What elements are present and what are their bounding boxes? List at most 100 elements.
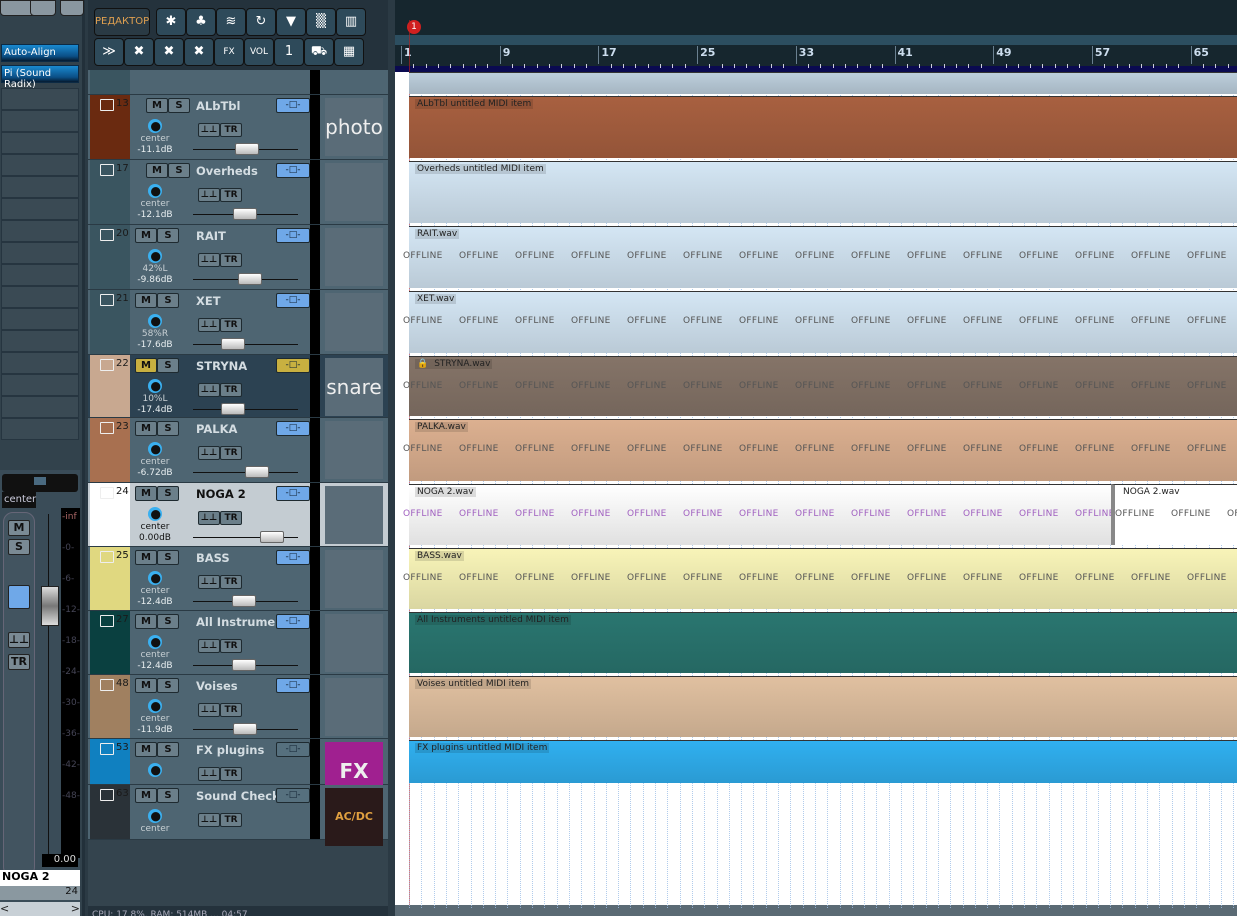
solo-button[interactable]: S bbox=[168, 163, 190, 178]
bar-number[interactable]: 57 bbox=[1091, 46, 1110, 64]
media-item[interactable]: FX plugins untitled MIDI item bbox=[409, 740, 1237, 783]
spectrum-icon[interactable]: ▥ bbox=[336, 8, 366, 36]
envelope-1-icon[interactable]: 1 bbox=[274, 38, 304, 66]
track-albtbl[interactable]: 13MSALbTbl-□-●center-11.1dB⊥⊥TRphoto bbox=[88, 95, 388, 160]
track-palka[interactable]: 23MSPALKA-□-●center-6.72dB⊥⊥TR bbox=[88, 418, 388, 483]
pan-knob[interactable] bbox=[148, 809, 162, 823]
io-button[interactable]: ⊥⊥ bbox=[198, 253, 220, 267]
fx-slot[interactable] bbox=[1, 308, 79, 330]
bar-number[interactable]: 49 bbox=[993, 46, 1012, 64]
fx-slot[interactable] bbox=[1, 286, 79, 308]
volume-fader[interactable] bbox=[193, 531, 298, 543]
mute-button[interactable]: M bbox=[135, 486, 157, 501]
remove-envelope-icon[interactable]: ✖ bbox=[184, 38, 214, 66]
mute-button[interactable]: M bbox=[135, 421, 157, 436]
io-button[interactable]: ⊥⊥ bbox=[198, 123, 220, 137]
fader-knob[interactable] bbox=[221, 403, 245, 415]
fader-knob[interactable] bbox=[235, 143, 259, 155]
route-button[interactable]: -□- bbox=[276, 358, 310, 373]
pan-knob[interactable] bbox=[148, 184, 162, 198]
media-item[interactable]: RAIT.wav OFFLINE OFFLINE OFFLINE OFFLINE OFFL… bbox=[403, 226, 1237, 288]
fx-slot[interactable] bbox=[1, 154, 79, 176]
track-noga-2[interactable]: 24MSNOGA 2-□-●center0.00dB⊥⊥TR bbox=[88, 483, 388, 547]
folder-icon[interactable] bbox=[100, 615, 114, 627]
media-item[interactable] bbox=[409, 72, 1237, 94]
render-icon[interactable]: ⛟ bbox=[304, 38, 334, 66]
trim-button[interactable]: TR bbox=[220, 813, 242, 827]
route-button[interactable]: -□- bbox=[276, 98, 310, 113]
mute-button[interactable]: M bbox=[135, 358, 157, 373]
io-button[interactable]: ⊥⊥ bbox=[198, 446, 220, 460]
solo-button[interactable]: S bbox=[157, 614, 179, 629]
solo-button[interactable]: S bbox=[157, 228, 179, 243]
trim-button[interactable]: TR bbox=[220, 318, 242, 332]
color-tool-icon[interactable] bbox=[30, 0, 56, 16]
folder-icon[interactable] bbox=[100, 789, 114, 801]
mute-button[interactable]: M bbox=[146, 98, 168, 113]
folder-icon[interactable] bbox=[100, 679, 114, 691]
trim-button[interactable]: TR bbox=[220, 575, 242, 589]
volume-fader[interactable] bbox=[193, 208, 298, 220]
track-bass[interactable]: 25MSBASS-□-●center-12.4dB⊥⊥TR bbox=[88, 547, 388, 611]
trim-button[interactable]: TR bbox=[220, 123, 242, 137]
media-item[interactable]: NOGA 2.wav OFFLINE OFFLINE OFFLINE bbox=[1111, 484, 1237, 545]
track-xet[interactable]: 21MSXET-□-●58%R-17.6dB⊥⊥TR bbox=[88, 290, 388, 355]
mixer-io-button[interactable]: ⊥⊥ bbox=[8, 632, 30, 648]
media-item[interactable]: BASS.wav OFFLINE OFFLINE OFFLINE OFFLINE OFFL… bbox=[403, 548, 1237, 609]
redo-icon[interactable]: ↻ bbox=[246, 8, 276, 36]
trim-button[interactable]: TR bbox=[220, 253, 242, 267]
io-button[interactable]: ⊥⊥ bbox=[198, 318, 220, 332]
media-item[interactable]: ALbTbl untitled MIDI item bbox=[409, 96, 1237, 158]
fx-slot[interactable] bbox=[1, 264, 79, 286]
solo-button[interactable]: S bbox=[157, 678, 179, 693]
mixer-scrollbar[interactable]: < > bbox=[0, 902, 80, 916]
mixer-solo-button[interactable]: S bbox=[8, 539, 30, 555]
route-button[interactable]: -□- bbox=[276, 293, 310, 308]
mute-button[interactable]: M bbox=[146, 163, 168, 178]
io-button[interactable]: ⊥⊥ bbox=[198, 813, 220, 827]
bar-number[interactable]: 41 bbox=[894, 46, 913, 64]
bar-number[interactable]: 9 bbox=[499, 46, 510, 64]
fx-slot[interactable] bbox=[1, 396, 79, 418]
media-item[interactable]: NOGA 2.wav OFFLINE OFFLINE OFFLINE OFFLINE OF… bbox=[403, 484, 1114, 545]
pan-knob[interactable] bbox=[148, 571, 162, 585]
group-icon[interactable]: ♣ bbox=[186, 8, 216, 36]
fx-slot[interactable] bbox=[1, 374, 79, 396]
fader-knob[interactable] bbox=[259, 531, 284, 543]
io-button[interactable]: ⊥⊥ bbox=[198, 703, 220, 717]
media-item[interactable]: Voises untitled MIDI item bbox=[409, 676, 1237, 737]
timeline-ruler[interactable]: 1 1 9 17 25 33 41 49 57 65 bbox=[395, 0, 1237, 72]
solo-button[interactable]: S bbox=[157, 742, 179, 757]
track-icon[interactable] bbox=[100, 487, 114, 499]
volume-fader[interactable] bbox=[193, 659, 298, 671]
pan-slider[interactable] bbox=[2, 474, 78, 492]
track-voises[interactable]: 48MSVoises-□-●center-11.9dB⊥⊥TR bbox=[88, 675, 388, 739]
track-stryna[interactable]: 22MSSTRYNA-□-●10%L-17.4dB⊥⊥TRsnare bbox=[88, 355, 388, 418]
fader-knob[interactable] bbox=[232, 208, 257, 220]
volume-fader[interactable] bbox=[193, 273, 298, 285]
track-fx-plugins[interactable]: 53MSFX plugins-□-●⊥⊥TRFX bbox=[88, 739, 388, 800]
editor-button[interactable]: РЕДАКТОР bbox=[94, 8, 150, 36]
fx-slot[interactable] bbox=[1, 132, 79, 154]
route-button[interactable]: -□- bbox=[276, 742, 310, 757]
volume-fader[interactable] bbox=[193, 723, 298, 735]
media-item[interactable]: PALKA.wav OFFLINE OFFLINE OFFLINE OFFLINE OFF… bbox=[403, 419, 1237, 481]
fader-knob[interactable] bbox=[232, 595, 257, 607]
color-picker-icon[interactable]: ▦ bbox=[334, 38, 364, 66]
unsolo-all-icon[interactable]: ✖ bbox=[154, 38, 184, 66]
mute-button[interactable]: M bbox=[135, 742, 157, 757]
fx-slot[interactable] bbox=[1, 220, 79, 242]
solo-button[interactable]: S bbox=[157, 293, 179, 308]
fx-slot[interactable] bbox=[1, 176, 79, 198]
fader-knob[interactable] bbox=[232, 659, 257, 671]
fx-item-auto-align[interactable]: Auto-Align bbox=[1, 44, 79, 62]
fx-slot[interactable] bbox=[1, 110, 79, 132]
io-button[interactable]: ⊥⊥ bbox=[198, 511, 220, 525]
volume-fader[interactable] bbox=[41, 586, 59, 626]
vol-envelope-icon[interactable]: VOL bbox=[244, 38, 274, 66]
volume-fader[interactable] bbox=[193, 143, 298, 155]
io-button[interactable]: ⊥⊥ bbox=[198, 767, 220, 781]
volume-fader[interactable] bbox=[193, 595, 298, 607]
media-item[interactable]: Overheds untitled MIDI item bbox=[409, 161, 1237, 223]
io-button[interactable]: ⊥⊥ bbox=[198, 188, 220, 202]
